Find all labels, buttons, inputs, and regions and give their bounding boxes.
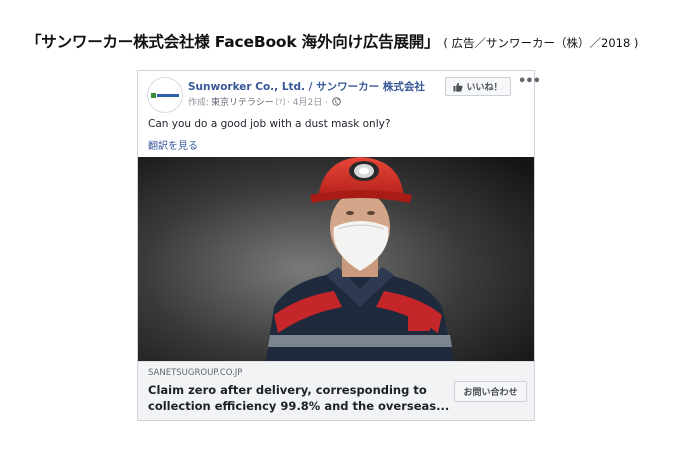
heading-title: 「サンワーカー株式会社様 FaceBook 海外向け広告展開」 (26, 33, 440, 51)
ad-photo-worker-dust-mask[interactable] (138, 157, 534, 361)
page-name-link[interactable]: Sunworker Co., Ltd. / サンワーカー 株式会社 (188, 79, 425, 94)
see-translation-link[interactable]: 翻訳を見る (148, 137, 198, 152)
link-domain: SANETSUGROUP.CO.JP (148, 368, 243, 378)
post-header: Sunworker Co., Ltd. / サンワーカー 株式会社 作成: 東京… (138, 71, 541, 117)
like-label: いいね！ (466, 83, 503, 93)
facebook-ad-post: Sunworker Co., Ltd. / サンワーカー 株式会社 作成: 東京… (137, 70, 541, 421)
link-headline-line-1: Claim zero after delivery, corresponding… (148, 383, 427, 397)
link-headline[interactable]: Claim zero after delivery, corresponding… (148, 382, 450, 414)
link-headline-line-2: collection efficiency 99.8% and the over… (148, 399, 450, 413)
thumbs-up-icon (453, 82, 463, 92)
like-page-button[interactable]: いいね！ (445, 77, 511, 96)
heading-credit: ( 広告／サンワーカー（株）／2018 ) (443, 36, 639, 50)
meta-author-link[interactable]: 東京リテラシー (211, 95, 274, 108)
page-heading: 「サンワーカー株式会社様 FaceBook 海外向け広告展開」 ( 広告／サンワ… (26, 30, 638, 52)
more-options-icon[interactable]: ••• (518, 75, 541, 89)
post-meta: 作成: 東京リテラシー [?] · 4月2日 · (188, 95, 341, 108)
link-preview-footer[interactable]: SANETSUGROUP.CO.JP Claim zero after deli… (138, 361, 534, 420)
meta-prefix: 作成: (188, 98, 210, 108)
contact-us-button[interactable]: お問い合わせ (454, 381, 527, 402)
company-logo-icon[interactable] (147, 77, 183, 113)
globe-icon (332, 97, 341, 106)
meta-help-link[interactable]: [?] (276, 98, 285, 106)
meta-date[interactable]: · 4月2日 · (287, 95, 328, 108)
post-text: Can you do a good job with a dust mask o… (148, 118, 391, 130)
